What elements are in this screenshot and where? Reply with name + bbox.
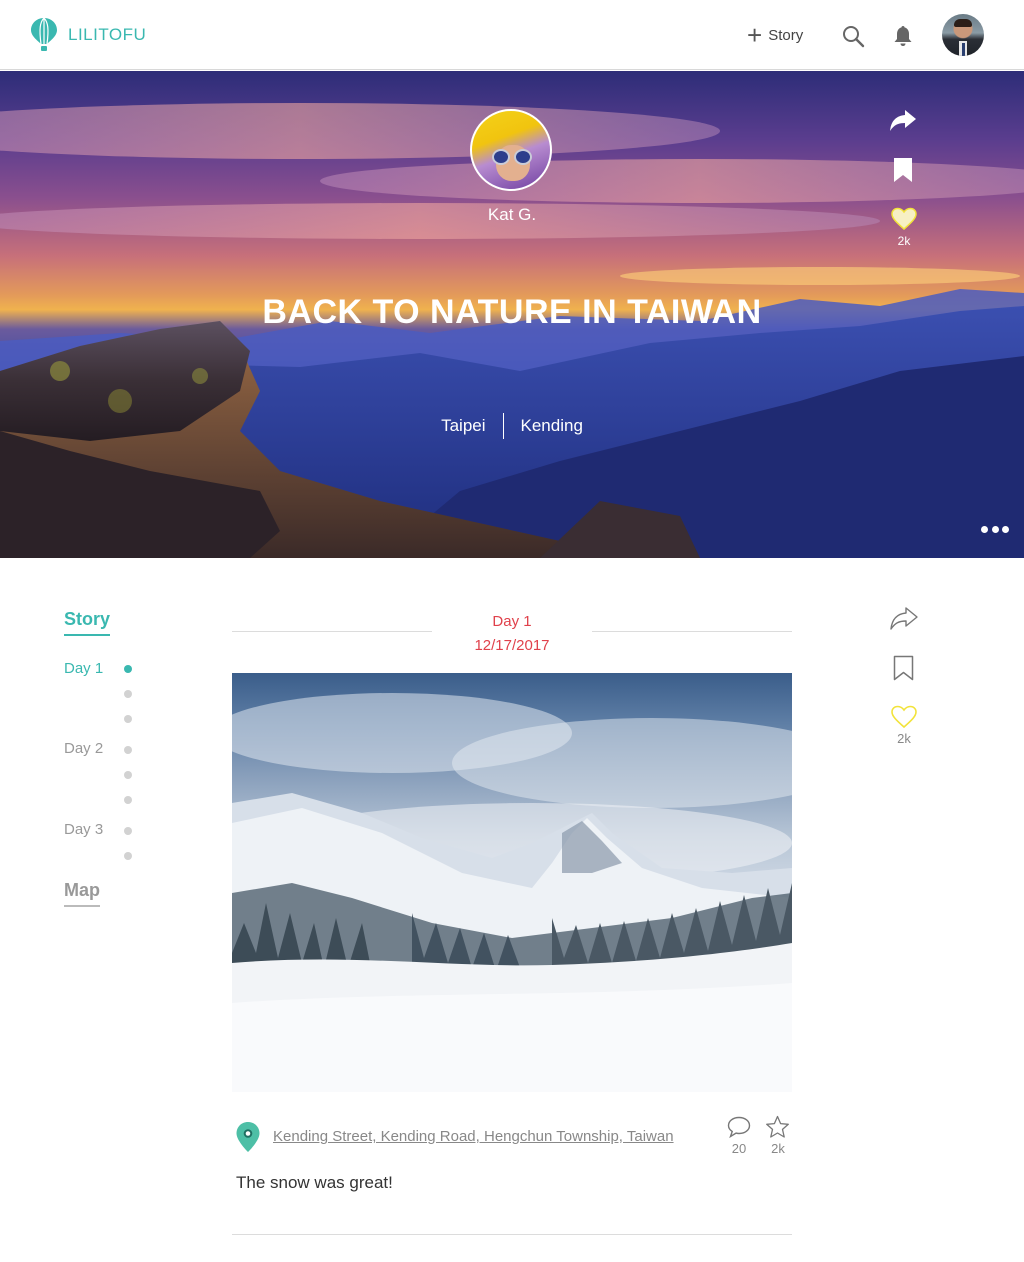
- search-icon[interactable]: [841, 24, 865, 48]
- timeline-dot[interactable]: [124, 690, 132, 698]
- new-story-label: Story: [768, 26, 804, 44]
- balloon-logo-icon: [31, 17, 57, 51]
- share-icon[interactable]: [890, 605, 918, 631]
- location-pin-icon: [236, 1122, 260, 1152]
- location-link[interactable]: Kending Street, Kending Road, Hengchun T…: [273, 1128, 674, 1145]
- plus-icon: +: [747, 20, 763, 50]
- sidebar-day-1[interactable]: Day 1: [64, 660, 103, 677]
- more-icon[interactable]: [981, 522, 1009, 536]
- avatar-hair: [954, 19, 972, 27]
- entry-divider: [232, 1234, 792, 1235]
- bookmark-icon[interactable]: [893, 655, 914, 681]
- new-story-button[interactable]: + Story: [747, 20, 804, 50]
- timeline-dot[interactable]: [124, 715, 132, 723]
- day-date: 12/17/2017: [474, 637, 550, 654]
- snow-landscape-image: [232, 693, 792, 1092]
- logo[interactable]: LILITOFU: [30, 17, 146, 53]
- story-title: BACK TO NATURE IN TAIWAN: [262, 293, 762, 331]
- entry-photo[interactable]: [232, 673, 792, 1092]
- sidebar-day-3[interactable]: Day 3: [64, 821, 103, 838]
- timeline-dot[interactable]: [124, 746, 132, 754]
- author-avatar[interactable]: [470, 109, 552, 191]
- share-icon[interactable]: [889, 107, 917, 133]
- entry-caption: The snow was great!: [236, 1173, 393, 1192]
- comment-count: 20: [731, 1141, 747, 1156]
- timeline-dot[interactable]: [124, 827, 132, 835]
- timeline-dot-active[interactable]: [124, 665, 132, 673]
- avatar-sunglasses-right: [514, 149, 532, 165]
- like-count: 2k: [897, 731, 911, 746]
- hero-banner: Kat G. BACK TO NATURE IN TAIWAN Taipei K…: [0, 71, 1024, 558]
- bell-icon[interactable]: [891, 24, 915, 48]
- timeline-dot[interactable]: [124, 852, 132, 860]
- star-icon[interactable]: [765, 1115, 790, 1139]
- author-name[interactable]: Kat G.: [0, 205, 1024, 225]
- comment-icon[interactable]: [727, 1116, 751, 1138]
- day-header: Day 1 12/17/2017: [432, 610, 592, 658]
- brand-name: LILITOFU: [68, 25, 147, 44]
- bookmark-icon[interactable]: [893, 157, 913, 183]
- timeline-dot[interactable]: [124, 796, 132, 804]
- top-navigation: LILITOFU + Story: [0, 0, 1024, 70]
- avatar-tie: [962, 43, 965, 56]
- sidebar-day-2[interactable]: Day 2: [64, 740, 103, 757]
- heart-icon[interactable]: [891, 207, 917, 231]
- more-dot: [981, 525, 988, 533]
- sidebar-map-tab[interactable]: Map: [64, 880, 100, 907]
- timeline-dot[interactable]: [124, 771, 132, 779]
- star-count: 2k: [771, 1141, 785, 1156]
- user-avatar[interactable]: [942, 14, 984, 56]
- day-header-divider: [232, 631, 432, 632]
- avatar-sunglasses-left: [492, 149, 510, 165]
- day-title: Day 1: [492, 613, 532, 630]
- place-tag-taipei[interactable]: Taipei: [441, 416, 485, 436]
- place-separator: [502, 413, 504, 439]
- heart-icon[interactable]: [891, 705, 917, 729]
- place-tag-kending[interactable]: Kending: [521, 416, 583, 436]
- more-dot: [991, 525, 999, 533]
- sidebar-story-tab[interactable]: Story: [64, 609, 111, 636]
- more-dot: [1002, 525, 1009, 533]
- day-header-divider: [592, 631, 792, 632]
- hero-like-count: 2k: [897, 234, 911, 248]
- story-places: Taipei Kending: [0, 413, 1024, 439]
